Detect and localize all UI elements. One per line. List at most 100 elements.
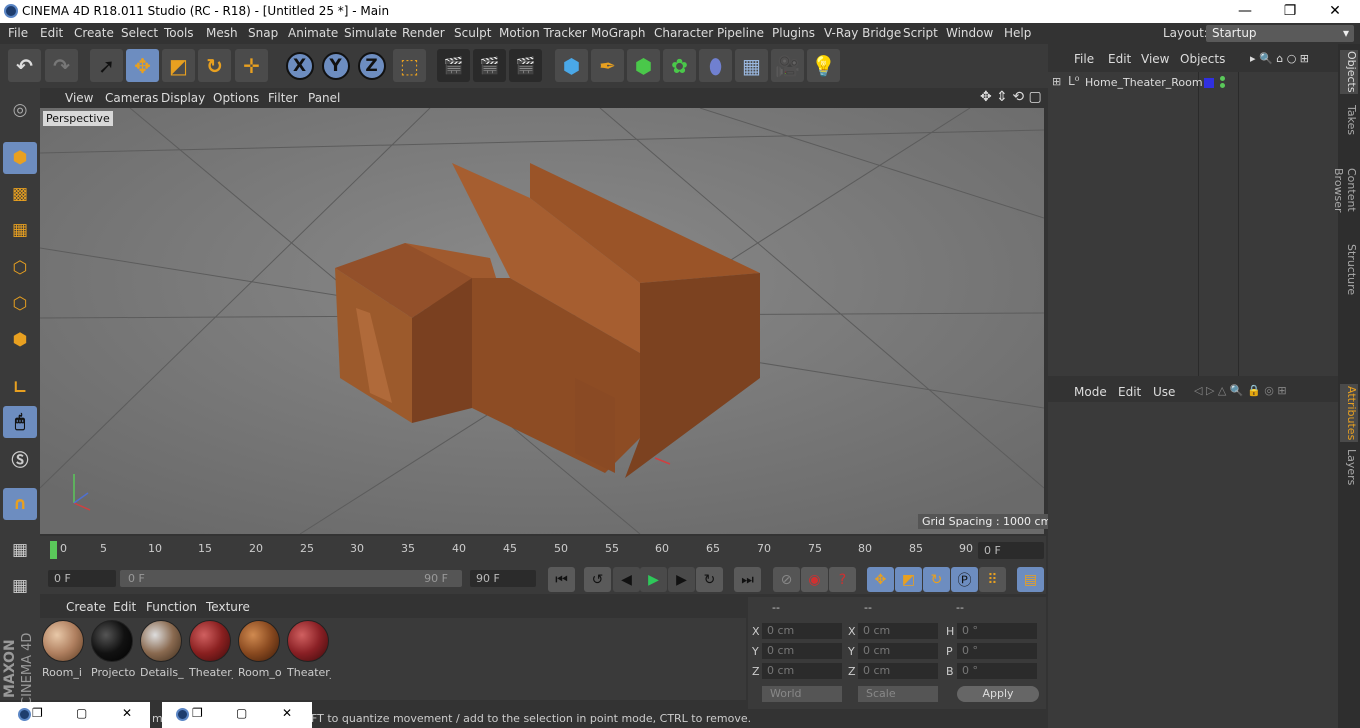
tweak-mode-icon[interactable]: 🖱 xyxy=(3,406,37,438)
record-keys-icon[interactable]: ⊘ xyxy=(773,567,800,592)
redo-icon[interactable]: ↷ xyxy=(45,49,78,82)
expand-icon[interactable]: ⊞ xyxy=(1052,75,1061,88)
scale-dropdown[interactable]: Scale xyxy=(858,686,938,702)
close-button[interactable]: ✕ xyxy=(1312,0,1358,23)
material-menu-create[interactable]: Create xyxy=(66,600,106,614)
rotation-h-field[interactable]: 0 ° xyxy=(957,623,1037,639)
autokey-icon[interactable]: ◉ xyxy=(801,567,828,592)
material-menu-edit[interactable]: Edit xyxy=(113,600,136,614)
key-point-level-icon[interactable]: ⠿ xyxy=(979,567,1006,592)
attribute-menu-edit[interactable]: Edit xyxy=(1118,385,1141,399)
live-selection-icon[interactable]: ➚ xyxy=(90,49,123,82)
object-menu-file[interactable]: File xyxy=(1074,52,1094,66)
viewport-menu-view[interactable]: View xyxy=(65,91,93,105)
timeline-window-icon[interactable]: ▤ xyxy=(1017,567,1044,592)
key-rotation-icon[interactable]: ↻ xyxy=(923,567,950,592)
go-to-start-icon[interactable]: ⏮ xyxy=(548,567,575,592)
viewport-menu-display[interactable]: Display xyxy=(161,91,205,105)
layer-color-swatch[interactable] xyxy=(1204,78,1214,88)
viewport-nav-icons[interactable]: ✥ ⇕ ⟲ ▢ xyxy=(980,89,1042,105)
frame-range-slider[interactable]: 0 F 90 F xyxy=(120,570,462,587)
end-frame-field[interactable]: 90 F xyxy=(470,570,536,587)
solo-mode-icon[interactable]: Ⓢ xyxy=(3,442,37,474)
size-z-field[interactable]: 0 cm xyxy=(858,663,938,679)
menu-animate[interactable]: Animate xyxy=(288,26,338,40)
visibility-editor-dot[interactable] xyxy=(1220,76,1225,81)
tab-takes[interactable]: Takes xyxy=(1340,104,1358,136)
material-slot[interactable]: Details_ xyxy=(140,620,184,679)
object-menu-objects[interactable]: Objects xyxy=(1180,52,1225,66)
cube-primitive-icon[interactable]: ⬢ xyxy=(555,49,588,82)
minimized-window[interactable]: ❐ ▢ ✕ xyxy=(0,702,150,728)
deformer-icon[interactable]: ⬮ xyxy=(699,49,732,82)
next-key-icon[interactable]: ↻ xyxy=(696,567,723,592)
texture-mode-icon[interactable]: ▩ xyxy=(3,178,37,210)
timeline-ruler[interactable]: 0 5 10 15 20 25 30 35 40 45 50 55 60 65 … xyxy=(40,536,1046,564)
previous-frame-icon[interactable]: ◀ xyxy=(613,567,640,592)
menu-edit[interactable]: Edit xyxy=(40,26,63,40)
size-y-field[interactable]: 0 cm xyxy=(858,643,938,659)
maximize-button[interactable]: ❐ xyxy=(1267,0,1313,23)
object-menu-edit[interactable]: Edit xyxy=(1108,52,1131,66)
visibility-render-dot[interactable] xyxy=(1220,83,1225,88)
keyframe-selection-icon[interactable]: ? xyxy=(829,567,856,592)
menu-window[interactable]: Window xyxy=(946,26,993,40)
material-slot[interactable]: Room_i xyxy=(42,620,86,679)
timeline-track[interactable]: 0 5 10 15 20 25 30 35 40 45 50 55 60 65 … xyxy=(50,539,980,561)
model-mode-icon[interactable]: ⬢ xyxy=(3,142,37,174)
restore-icon[interactable]: ❐ xyxy=(32,706,43,720)
layout-dropdown[interactable]: Startup ▾ xyxy=(1206,25,1354,42)
start-frame-field[interactable]: 0 F xyxy=(48,570,116,587)
key-position-icon[interactable]: ✥ xyxy=(867,567,894,592)
cloner-icon[interactable]: ✿ xyxy=(663,49,696,82)
make-editable-icon[interactable]: ◎ xyxy=(3,94,37,126)
position-y-field[interactable]: 0 cm xyxy=(762,643,842,659)
material-slot[interactable]: Room_o xyxy=(238,620,282,679)
material-slot[interactable]: Projecto xyxy=(91,620,135,679)
material-menu-texture[interactable]: Texture xyxy=(206,600,250,614)
viewport-menu-filter[interactable]: Filter xyxy=(268,91,298,105)
minimized-window[interactable]: ❐ ▢ ✕ xyxy=(162,702,312,728)
undo-icon[interactable]: ↶ xyxy=(8,49,41,82)
points-mode-icon[interactable]: ⬡ xyxy=(3,252,37,284)
next-frame-icon[interactable]: ▶ xyxy=(668,567,695,592)
menu-pipeline[interactable]: Pipeline xyxy=(717,26,764,40)
tab-layers[interactable]: Layers xyxy=(1340,448,1358,486)
tab-content-browser[interactable]: Content Browser xyxy=(1332,146,1358,234)
subdivision-surface-icon[interactable]: ⬢ xyxy=(627,49,660,82)
key-scale-icon[interactable]: ◩ xyxy=(895,567,922,592)
polygons-mode-icon[interactable]: ⬢ xyxy=(3,324,37,356)
material-slot[interactable]: Theater_ xyxy=(189,620,233,679)
tab-objects[interactable]: Objects xyxy=(1340,50,1358,94)
minimize-button[interactable]: — xyxy=(1222,0,1268,23)
menu-file[interactable]: File xyxy=(8,26,28,40)
x-axis-lock-button[interactable]: X xyxy=(283,49,316,82)
timeline-playhead[interactable] xyxy=(50,541,57,559)
menu-mesh[interactable]: Mesh xyxy=(206,26,238,40)
close-icon[interactable]: ✕ xyxy=(122,706,132,720)
viewport-menu-panel[interactable]: Panel xyxy=(308,91,340,105)
attribute-nav-icons[interactable]: ◁ ▷ △ 🔍 🔒 ◎ ⊞ xyxy=(1194,384,1287,397)
object-menu-view[interactable]: View xyxy=(1141,52,1169,66)
floor-icon[interactable]: ▦ xyxy=(735,49,768,82)
menu-vray-bridge[interactable]: V-Ray Bridge xyxy=(824,26,901,40)
move-tool-icon[interactable]: ✥ xyxy=(126,49,159,82)
menu-simulate[interactable]: Simulate xyxy=(344,26,397,40)
workplane-align-icon[interactable]: ▦ xyxy=(3,570,37,602)
maximize-icon[interactable]: ▢ xyxy=(76,706,87,720)
menu-sculpt[interactable]: Sculpt xyxy=(454,26,491,40)
z-axis-lock-button[interactable]: Z xyxy=(355,49,388,82)
play-forward-icon[interactable]: ▶ xyxy=(640,567,667,592)
camera-label[interactable]: Perspective xyxy=(43,111,113,126)
camera-icon[interactable]: 🎥 xyxy=(771,49,804,82)
material-menu-function[interactable]: Function xyxy=(146,600,197,614)
menu-render[interactable]: Render xyxy=(402,26,445,40)
menu-mograph[interactable]: MoGraph xyxy=(591,26,646,40)
world-dropdown[interactable]: World xyxy=(762,686,842,702)
viewport-menu-options[interactable]: Options xyxy=(213,91,259,105)
size-x-field[interactable]: 0 cm xyxy=(858,623,938,639)
attribute-menu-mode[interactable]: Mode xyxy=(1074,385,1107,399)
coordinate-system-icon[interactable]: ⬚ xyxy=(393,49,426,82)
menu-character[interactable]: Character xyxy=(654,26,713,40)
tab-structure[interactable]: Structure xyxy=(1340,244,1358,295)
